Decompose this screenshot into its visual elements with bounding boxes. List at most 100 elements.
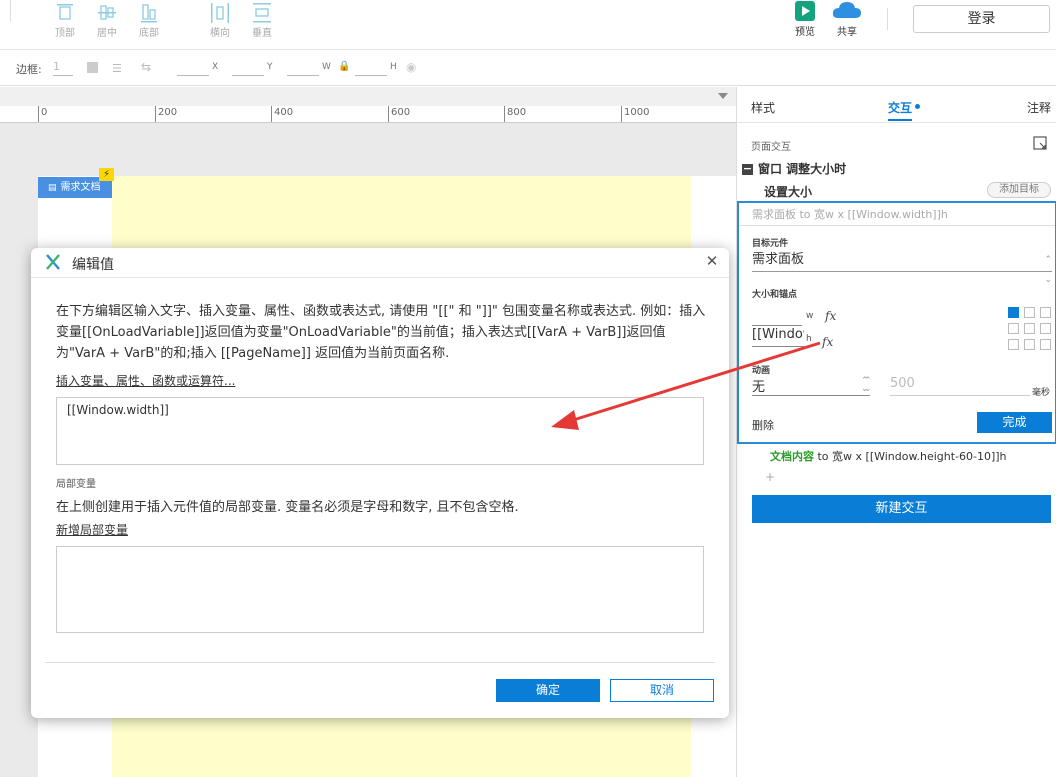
border-label: 边框: [16, 63, 42, 76]
dialog-description: 在下方编辑区输入文字、插入变量、属性、函数或表达式, 请使用 "[[" 和 "]… [56, 304, 706, 361]
animation-select[interactable]: 无 [752, 376, 870, 396]
animation-label: 动画 [752, 366, 771, 376]
anchor-cell[interactable] [1024, 339, 1035, 350]
anchor-cell[interactable] [1008, 323, 1019, 334]
border-color-icon[interactable] [87, 62, 98, 73]
ruler-tick [621, 106, 622, 122]
ruler-label: 1000 [624, 107, 650, 118]
cloud-icon [832, 2, 861, 18]
anchor-cell[interactable] [1008, 339, 1019, 350]
delete-button[interactable]: 删除 [752, 417, 774, 433]
action-item[interactable]: 文档内容 to 宽w x [[Window.height-60-10]]h [770, 448, 1007, 464]
action-target-name: 文档内容 [770, 450, 814, 463]
w-label: W [322, 62, 331, 72]
chevron-down-icon[interactable] [718, 93, 728, 99]
anchor-cell[interactable] [1040, 307, 1051, 318]
ruler-label: 600 [391, 107, 411, 118]
distribute-horizontal-button[interactable]: 横向 [202, 2, 238, 40]
canvas-header [0, 87, 736, 106]
ruler-label: 400 [274, 107, 294, 118]
event-resize-header[interactable]: − 窗口 调整大小时 [742, 160, 846, 177]
expression-editor[interactable]: [[Window.width]] [56, 397, 704, 465]
border-width-input[interactable]: 1 [53, 60, 73, 76]
local-variables-title: 局部变量 [56, 479, 96, 490]
h-label: H [390, 62, 397, 72]
visibility-icon[interactable]: ◉ [406, 60, 416, 74]
width-input[interactable] [752, 306, 802, 326]
dialog-header: 编辑值 ✕ [31, 248, 729, 278]
align-top-icon [55, 2, 75, 24]
insert-variable-link[interactable]: 插入变量、属性、函数或运算符... [56, 372, 235, 389]
action-summary: 需求面板 to 宽w x [[Window.width]]h [752, 208, 948, 221]
close-icon[interactable]: ✕ [703, 252, 721, 270]
anchor-grid[interactable] [1008, 307, 1054, 353]
horizontal-ruler: 0 200 400 600 800 1000 [0, 106, 736, 123]
collapse-icon[interactable]: − [742, 163, 753, 175]
y-input[interactable] [232, 60, 264, 76]
divider [45, 662, 715, 663]
lightning-icon[interactable]: ⚡ [99, 168, 114, 181]
h-input[interactable] [355, 60, 387, 76]
x-input[interactable] [177, 60, 209, 76]
size-anchor-label: 大小和锚点 [752, 290, 798, 300]
anchor-cell[interactable] [1040, 339, 1051, 350]
border-style-icon[interactable]: ☰ [112, 62, 122, 75]
done-button[interactable]: 完成 [977, 412, 1052, 433]
border-arrow-icon[interactable]: ⇆ [141, 60, 151, 74]
distribute-vertical-label: 垂直 [252, 28, 272, 39]
align-bottom-button[interactable]: 底部 [131, 2, 167, 40]
width-fx-icon[interactable]: fx [825, 309, 836, 323]
anchor-cell[interactable] [1008, 307, 1019, 318]
target-value: 需求面板 [752, 252, 805, 267]
anchor-cell[interactable] [1024, 307, 1035, 318]
local-variables-list[interactable] [56, 546, 704, 633]
align-bottom-label: 底部 [139, 28, 159, 39]
local-variables-description: 在上侧创建用于插入元件值的局部变量. 变量名必须是字母和数字, 且不包含空格. [56, 500, 519, 515]
h-unit: h [806, 334, 812, 344]
page-interactions-label: 页面交互 [751, 142, 791, 153]
ruler-tick [388, 106, 389, 122]
anchor-cell[interactable] [1040, 323, 1051, 334]
login-button[interactable]: 登录 [913, 5, 1050, 33]
divider [739, 225, 1055, 226]
w-unit: w [806, 311, 814, 321]
align-bottom-icon [139, 2, 159, 24]
height-fx-icon[interactable]: fx [822, 335, 833, 349]
x-label: X [212, 62, 219, 72]
align-middle-button[interactable]: 居中 [89, 2, 125, 40]
tab-interactions[interactable]: 交互 [888, 99, 912, 116]
chevron-updown-icon: ⌃ ⌄ [864, 376, 872, 394]
w-input[interactable] [287, 60, 319, 76]
target-select[interactable]: 需求面板 ⌃ ⌄ [752, 250, 1052, 285]
share-button[interactable]: 共享 [830, 0, 864, 38]
duration-unit: 毫秒 [1032, 388, 1051, 398]
inspector-tabs: 样式 交互 注释 [737, 87, 1056, 123]
anchor-cell[interactable] [1024, 323, 1035, 334]
tab-notes[interactable]: 注释 [1027, 99, 1051, 116]
cancel-button[interactable]: 取消 [610, 679, 714, 702]
add-target-button[interactable]: 添加目标 [987, 182, 1051, 198]
divider [10, 0, 11, 22]
axure-logo-icon [46, 254, 60, 270]
add-action-button[interactable]: + [765, 470, 775, 484]
document-icon: ▤ [48, 183, 57, 193]
distribute-vertical-button[interactable]: 垂直 [244, 2, 280, 40]
property-toolbar: 边框: 1 ☰ ⇆ X Y W 🔒 H ◉ [0, 50, 1056, 86]
ok-button[interactable]: 确定 [496, 679, 600, 702]
action-set-size[interactable]: 设置大小 [764, 183, 812, 200]
preview-button[interactable]: 预览 [788, 0, 822, 38]
edit-value-dialog: 编辑值 ✕ 在下方编辑区输入文字、插入变量、属性、函数或表达式, 请使用 "[[… [31, 248, 729, 718]
new-interaction-button[interactable]: 新建交互 [752, 495, 1051, 523]
align-top-button[interactable]: 顶部 [47, 2, 83, 40]
tab-style[interactable]: 样式 [751, 99, 775, 116]
expand-icon[interactable] [1033, 136, 1047, 150]
lock-icon[interactable]: 🔒 [338, 61, 350, 72]
height-input[interactable]: [[Window. [752, 327, 804, 347]
add-local-variable-link[interactable]: 新增局部变量 [56, 521, 128, 538]
ruler-label: 0 [41, 107, 48, 118]
ruler-label: 800 [507, 107, 527, 118]
y-label: Y [267, 62, 273, 72]
align-top-label: 顶部 [55, 28, 75, 39]
ruler-tick [271, 106, 272, 122]
duration-input[interactable]: 500 [890, 376, 1030, 396]
